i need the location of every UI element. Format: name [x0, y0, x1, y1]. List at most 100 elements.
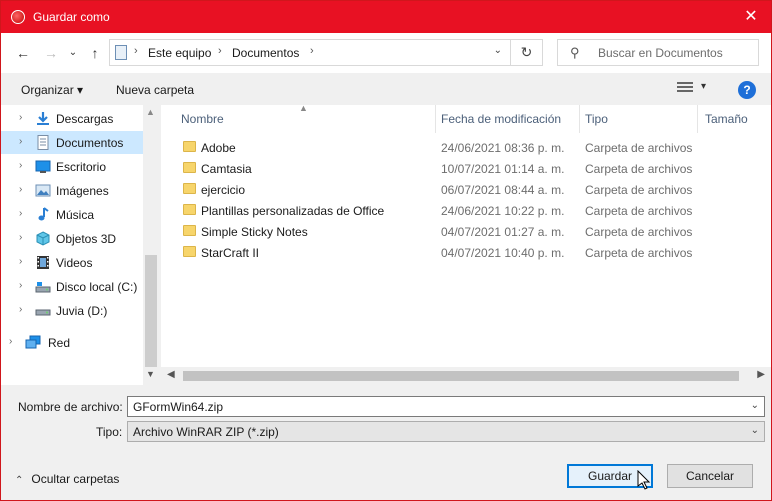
expand-chevron-icon[interactable]: › — [19, 160, 22, 171]
file-name: Adobe — [201, 141, 236, 155]
table-row[interactable]: Camtasia 10/07/2021 01:14 a. m. Carpeta … — [161, 158, 771, 179]
window-title: Guardar como — [33, 10, 110, 24]
nav-item-label: Disco local (C:) — [56, 280, 138, 294]
column-divider[interactable] — [435, 105, 436, 133]
file-list-horizontal-scrollbar[interactable]: ◀ ▶ — [161, 367, 771, 385]
nav-item-label: Red — [48, 336, 71, 350]
up-button[interactable]: ↑ — [85, 43, 105, 63]
column-header-size[interactable]: Tamaño — [705, 105, 748, 133]
refresh-button[interactable]: ↻ — [511, 39, 543, 66]
column-header-date[interactable]: Fecha de modificación — [441, 105, 561, 133]
music-icon — [35, 207, 51, 222]
breadcrumb-este-equipo[interactable]: Este equipo — [148, 46, 211, 60]
column-divider[interactable] — [579, 105, 580, 133]
scrollbar-thumb[interactable] — [145, 255, 157, 367]
table-row[interactable]: Simple Sticky Notes 04/07/2021 01:27 a. … — [161, 221, 771, 242]
table-row[interactable]: StarCraft II 04/07/2021 10:40 p. m. Carp… — [161, 242, 771, 263]
documents-icon — [35, 135, 51, 150]
network-icon — [25, 335, 41, 350]
back-button[interactable]: ← — [13, 43, 33, 63]
new-folder-button[interactable]: Nueva carpeta — [116, 83, 194, 97]
help-button[interactable]: ? — [738, 81, 756, 99]
file-type: Carpeta de archivos — [585, 141, 693, 155]
nav-item-juvia-d[interactable]: › Juvia (D:) — [1, 299, 143, 322]
desktop-icon — [35, 159, 51, 174]
organize-button[interactable]: Organizar ▾ — [21, 83, 83, 97]
nav-item-descargas[interactable]: › Descargas — [1, 107, 143, 130]
nav-item-documentos[interactable]: › Documentos — [1, 131, 143, 154]
recent-locations-button[interactable]: ⌄ — [63, 43, 83, 63]
column-header-type[interactable]: Tipo — [585, 105, 608, 133]
nav-item-label: Objetos 3D — [56, 232, 117, 246]
column-header-name[interactable]: Nombre — [181, 105, 224, 133]
nav-item-videos[interactable]: › Videos — [1, 251, 143, 274]
file-list: ▲ Nombre Fecha de modificación Tipo Tama… — [161, 103, 771, 385]
pictures-icon — [35, 183, 51, 198]
hide-folders-toggle[interactable]: ⌃ Ocultar carpetas — [15, 472, 119, 486]
address-dropdown-icon[interactable]: ⌄ — [494, 45, 502, 56]
expand-chevron-icon[interactable]: › — [9, 336, 12, 347]
nav-item-musica[interactable]: › Música — [1, 203, 143, 226]
search-input[interactable]: ⚲ Buscar en Documentos — [557, 39, 759, 66]
drive-icon — [35, 303, 51, 318]
file-date: 04/07/2021 10:40 p. m. — [441, 246, 565, 260]
scroll-right-icon[interactable]: ▶ — [757, 369, 765, 380]
cancel-button[interactable]: Cancelar — [667, 464, 753, 488]
scroll-up-icon[interactable]: ▲ — [146, 107, 155, 117]
view-options-icon[interactable] — [677, 82, 693, 94]
nav-item-objetos-3d[interactable]: › Objetos 3D — [1, 227, 143, 250]
scroll-left-icon[interactable]: ◀ — [167, 369, 175, 380]
expand-chevron-icon[interactable]: › — [19, 208, 22, 219]
file-date: 24/06/2021 08:36 p. m. — [441, 141, 565, 155]
nav-item-imagenes[interactable]: › Imágenes — [1, 179, 143, 202]
scrollbar-thumb[interactable] — [183, 371, 739, 381]
file-type: Carpeta de archivos — [585, 225, 693, 239]
file-type-dropdown-icon[interactable]: ⌄ — [751, 425, 759, 436]
file-date: 24/06/2021 10:22 p. m. — [441, 204, 565, 218]
expand-chevron-icon[interactable]: › — [19, 256, 22, 267]
address-bar[interactable]: › Este equipo › Documentos › ⌄ — [109, 39, 511, 66]
close-button[interactable]: ✕ — [731, 1, 771, 33]
expand-chevron-icon[interactable]: › — [19, 184, 22, 195]
nav-item-red[interactable]: › Red — [1, 331, 143, 354]
filename-dropdown-icon[interactable]: ⌄ — [751, 400, 759, 411]
hide-folders-label: Ocultar carpetas — [31, 472, 120, 486]
chevron-up-icon: ⌃ — [15, 475, 24, 486]
file-date: 04/07/2021 01:27 a. m. — [441, 225, 565, 239]
filename-value: GFormWin64.zip — [133, 400, 224, 414]
drive-icon — [35, 279, 51, 294]
folder-icon — [183, 204, 196, 215]
filename-input[interactable]: GFormWin64.zip ⌄ — [127, 396, 765, 417]
scroll-down-icon[interactable]: ▼ — [146, 369, 155, 379]
expand-chevron-icon[interactable]: › — [19, 136, 22, 147]
forward-button[interactable]: → — [41, 43, 61, 63]
expand-chevron-icon[interactable]: › — [19, 304, 22, 315]
folder-icon — [183, 141, 196, 152]
table-row[interactable]: Adobe 24/06/2021 08:36 p. m. Carpeta de … — [161, 137, 771, 158]
folder-icon — [183, 162, 196, 173]
file-name: Plantillas personalizadas de Office — [201, 204, 385, 218]
search-placeholder: Buscar en Documentos — [598, 46, 723, 60]
nav-item-escritorio[interactable]: › Escritorio — [1, 155, 143, 178]
expand-chevron-icon[interactable]: › — [19, 232, 22, 243]
table-row[interactable]: ejercicio 06/07/2021 08:44 a. m. Carpeta… — [161, 179, 771, 200]
view-dropdown-icon[interactable]: ▾ — [701, 81, 706, 92]
expand-chevron-icon[interactable]: › — [19, 112, 22, 123]
nav-item-disco-local-c[interactable]: › Disco local (C:) — [1, 275, 143, 298]
file-type-value: Archivo WinRAR ZIP (*.zip) — [133, 425, 279, 439]
file-type-select[interactable]: Archivo WinRAR ZIP (*.zip) ⌄ — [127, 421, 765, 442]
column-divider[interactable] — [697, 105, 698, 133]
breadcrumb-separator: › — [310, 45, 314, 57]
videos-icon — [35, 255, 51, 270]
nav-item-label: Escritorio — [56, 160, 107, 174]
table-row[interactable]: Plantillas personalizadas de Office 24/0… — [161, 200, 771, 221]
title-bar: Guardar como ✕ — [1, 1, 771, 33]
navigation-scrollbar[interactable]: ▲ ▼ — [143, 105, 159, 385]
file-type: Carpeta de archivos — [585, 162, 693, 176]
breadcrumb-documentos[interactable]: Documentos — [232, 46, 299, 60]
breadcrumb-separator: › — [218, 45, 222, 57]
save-as-dialog: Guardar como ✕ ← → ⌄ ↑ › Este equipo › D… — [0, 0, 772, 501]
nav-item-label: Música — [56, 208, 95, 222]
expand-chevron-icon[interactable]: › — [19, 280, 22, 291]
file-name: ejercicio — [201, 183, 246, 197]
